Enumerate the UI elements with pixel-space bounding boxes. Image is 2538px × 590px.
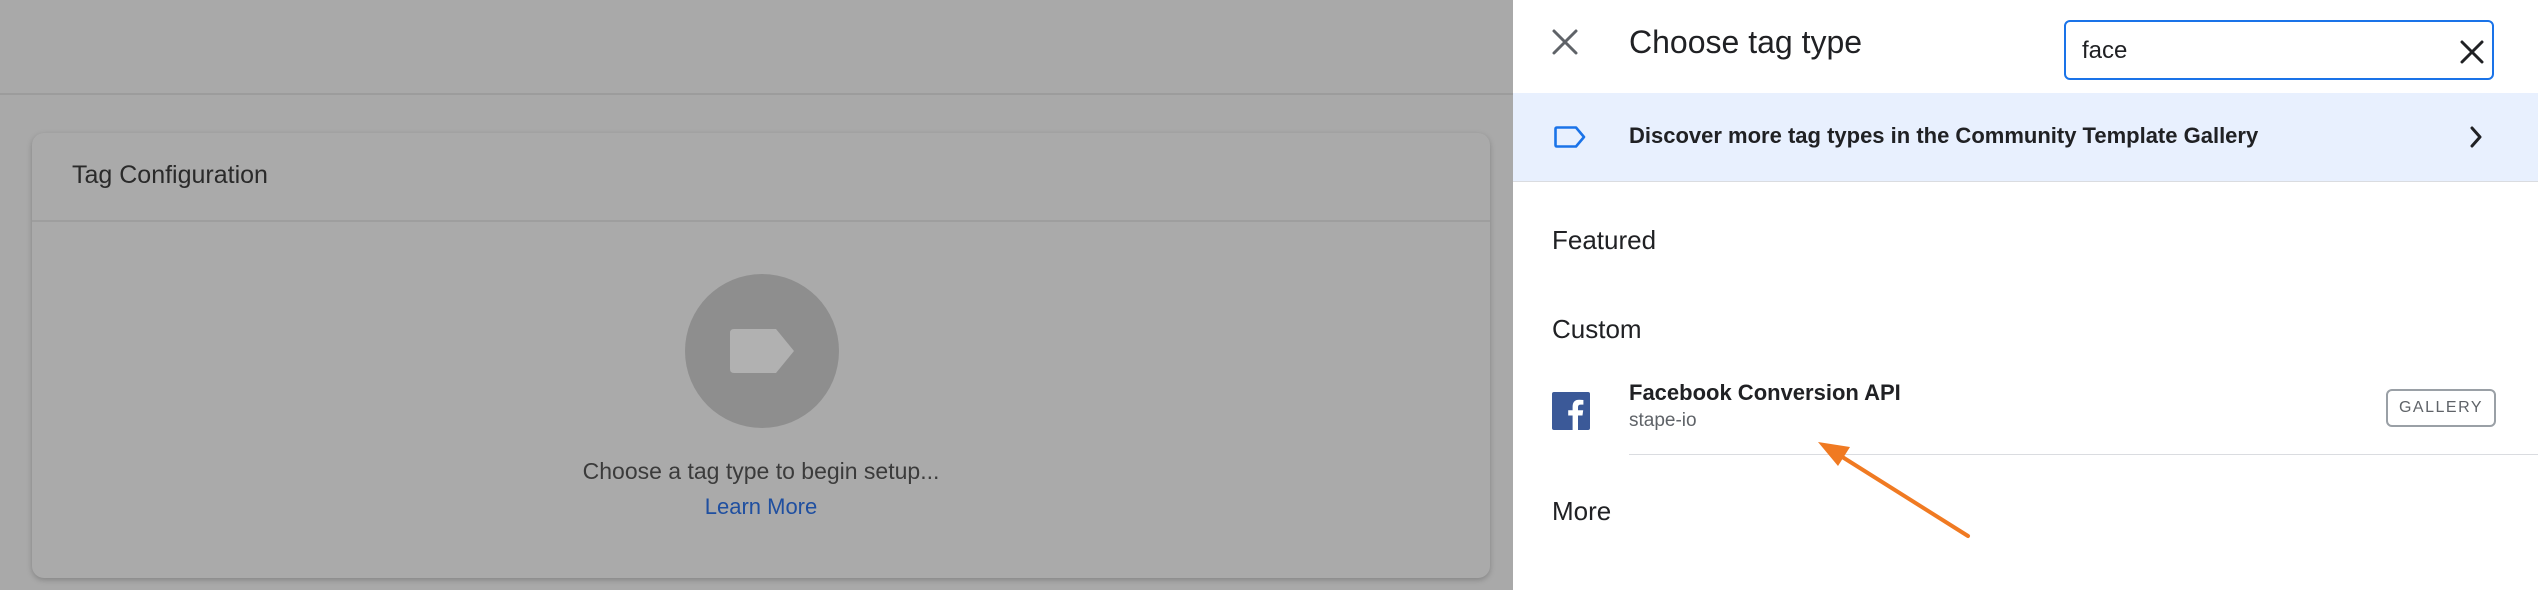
row-divider <box>1629 454 2538 455</box>
tag-type-placeholder[interactable] <box>685 274 839 428</box>
close-button[interactable] <box>1550 27 1580 57</box>
workspace-overlay: Tag Configuration Choose a tag type to b… <box>0 0 1513 590</box>
card-divider <box>32 220 1490 222</box>
gallery-badge: GALLERY <box>2386 389 2496 427</box>
result-publisher: stape-io <box>1629 410 1697 431</box>
panel-title: Choose tag type <box>1629 24 1863 60</box>
card-hint: Choose a tag type to begin setup... <box>582 458 940 484</box>
card-title: Tag Configuration <box>72 161 268 189</box>
tag-icon <box>1554 126 1586 148</box>
close-icon <box>1552 29 1578 55</box>
list-item[interactable]: Facebook Conversion API stape-io GALLERY <box>1513 370 2538 455</box>
tag-configuration-card: Tag Configuration Choose a tag type to b… <box>32 133 1490 578</box>
clear-search-icon <box>2460 40 2484 64</box>
chevron-right-icon <box>2470 126 2482 148</box>
topbar-divider <box>0 93 1513 95</box>
community-gallery-banner[interactable]: Discover more tag types in the Community… <box>1513 93 2538 181</box>
search-input[interactable] <box>2082 34 2422 68</box>
clear-search-button[interactable] <box>2460 40 2484 64</box>
banner-divider <box>1513 181 2538 182</box>
choose-tag-type-panel: Choose tag type Discover more tag types … <box>1513 0 2538 590</box>
learn-more-link[interactable]: Learn More <box>32 494 1490 520</box>
section-custom: Custom <box>1552 314 1642 344</box>
tag-placeholder-icon <box>730 329 794 373</box>
facebook-icon <box>1552 392 1590 430</box>
result-name: Facebook Conversion API <box>1629 380 1901 405</box>
banner-text: Discover more tag types in the Community… <box>1629 123 2259 148</box>
search-box[interactable] <box>2064 20 2494 80</box>
section-featured: Featured <box>1552 225 1657 255</box>
section-more: More <box>1552 496 1612 526</box>
